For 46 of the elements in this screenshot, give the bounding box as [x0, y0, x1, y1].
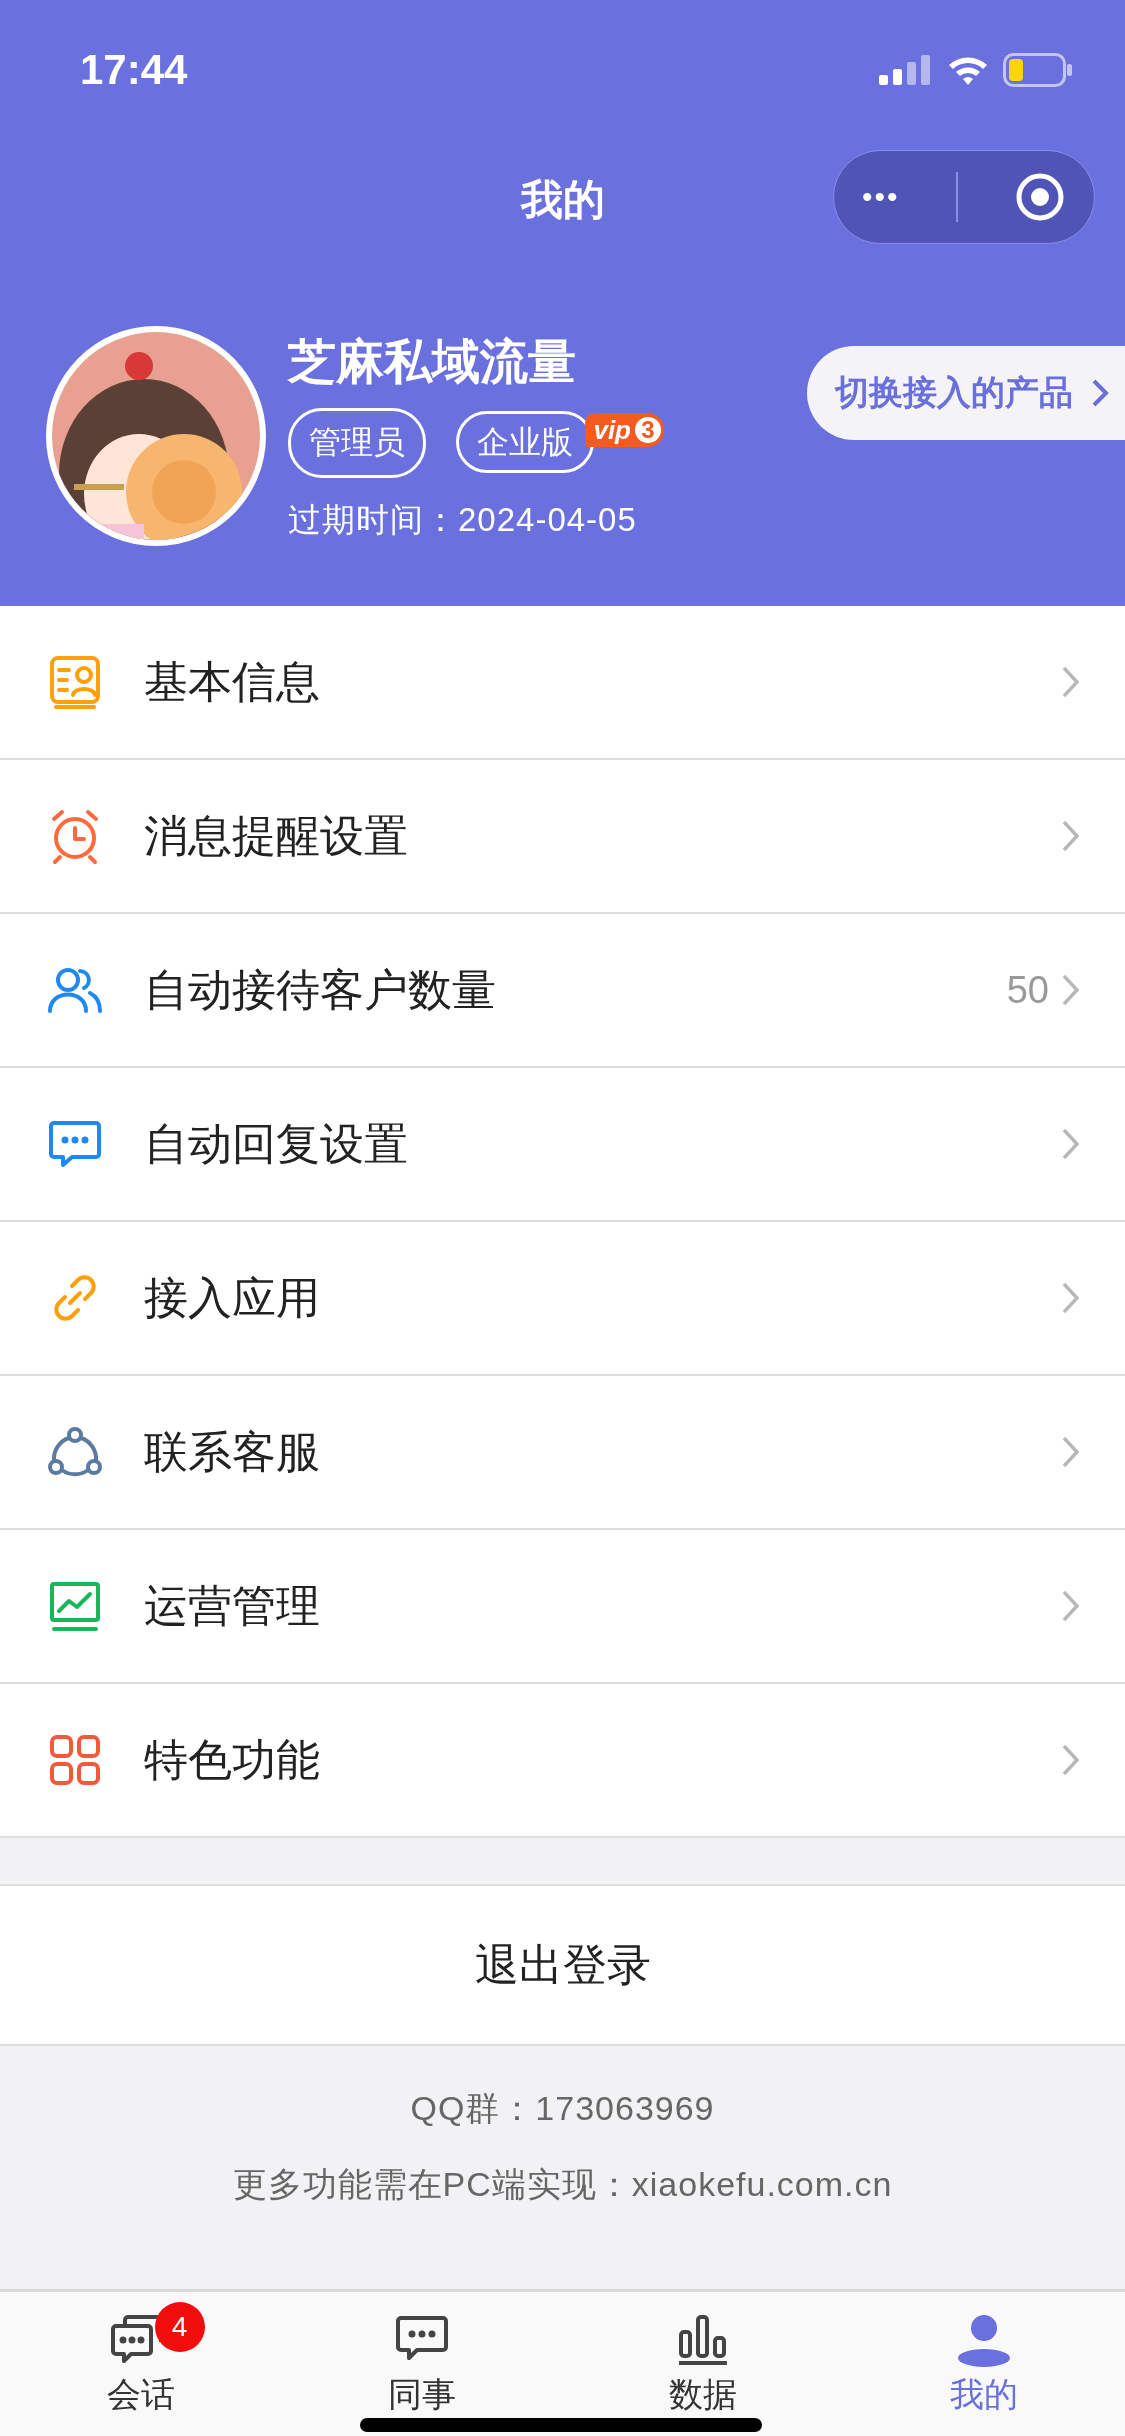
- footer-note: 更多功能需在PC端实现：xiaokefu.com.cn: [232, 2164, 893, 2205]
- unread-badge: 4: [154, 2302, 205, 2352]
- vip-badge: vip 3: [585, 413, 664, 447]
- menu-item[interactable]: 消息提醒设置: [0, 760, 1125, 914]
- menu-item[interactable]: 自动回复设置: [0, 1068, 1125, 1222]
- tab[interactable]: 数据: [562, 2292, 844, 2436]
- chevron-icon: [1061, 973, 1081, 1007]
- tab[interactable]: 我的: [843, 2292, 1125, 2436]
- status-time: 17:44: [80, 46, 188, 94]
- menu-label: 特色功能: [144, 1733, 321, 1786]
- tab[interactable]: 4 会话: [0, 2292, 282, 2436]
- menu-label: 自动接待客户数量: [144, 963, 497, 1016]
- role-tag: 管理员: [288, 408, 426, 478]
- chevron-icon: [1061, 1589, 1081, 1623]
- switch-product-button[interactable]: 切换接入的产品: [807, 346, 1125, 440]
- menu-item[interactable]: 特色功能: [0, 1684, 1125, 1838]
- battery-icon: [1003, 53, 1073, 87]
- menu-item[interactable]: 基本信息: [0, 606, 1125, 760]
- menu-label: 基本信息: [144, 655, 321, 708]
- qq-group-text: QQ群：173063969: [410, 2088, 715, 2129]
- menu-item[interactable]: 运营管理: [0, 1530, 1125, 1684]
- menu-item[interactable]: 接入应用: [0, 1222, 1125, 1376]
- page-title: 我的: [520, 175, 605, 225]
- chevron-icon: [1091, 378, 1109, 408]
- chevron-icon: [1061, 1127, 1081, 1161]
- chevron-icon: [1061, 1281, 1081, 1315]
- chevron-icon: [1061, 1743, 1081, 1777]
- menu-label: 联系客服: [144, 1425, 321, 1478]
- bar-chart-icon: [677, 2314, 730, 2366]
- chevron-icon: [1061, 819, 1081, 853]
- signal-icon: [879, 55, 933, 85]
- chevron-icon: [1061, 1435, 1081, 1469]
- tab[interactable]: 同事: [281, 2292, 563, 2436]
- logout-button[interactable]: 退出登录: [0, 1884, 1125, 2046]
- menu-label: 接入应用: [144, 1271, 321, 1324]
- menu-item[interactable]: 联系客服: [0, 1376, 1125, 1530]
- person-icon: [957, 2313, 1012, 2367]
- menu-value: 50: [1006, 968, 1049, 1012]
- more-button[interactable]: •••: [862, 180, 900, 214]
- expiry-date: 过期时间：2024-04-05: [288, 500, 637, 540]
- menu-item[interactable]: 自动接待客户数量 50: [0, 914, 1125, 1068]
- menu-label: 运营管理: [144, 1579, 321, 1632]
- menu-label: 消息提醒设置: [144, 809, 409, 862]
- account-name: 芝麻私域流量: [288, 334, 577, 390]
- menu-label: 自动回复设置: [144, 1117, 409, 1170]
- chevron-icon: [1061, 665, 1081, 699]
